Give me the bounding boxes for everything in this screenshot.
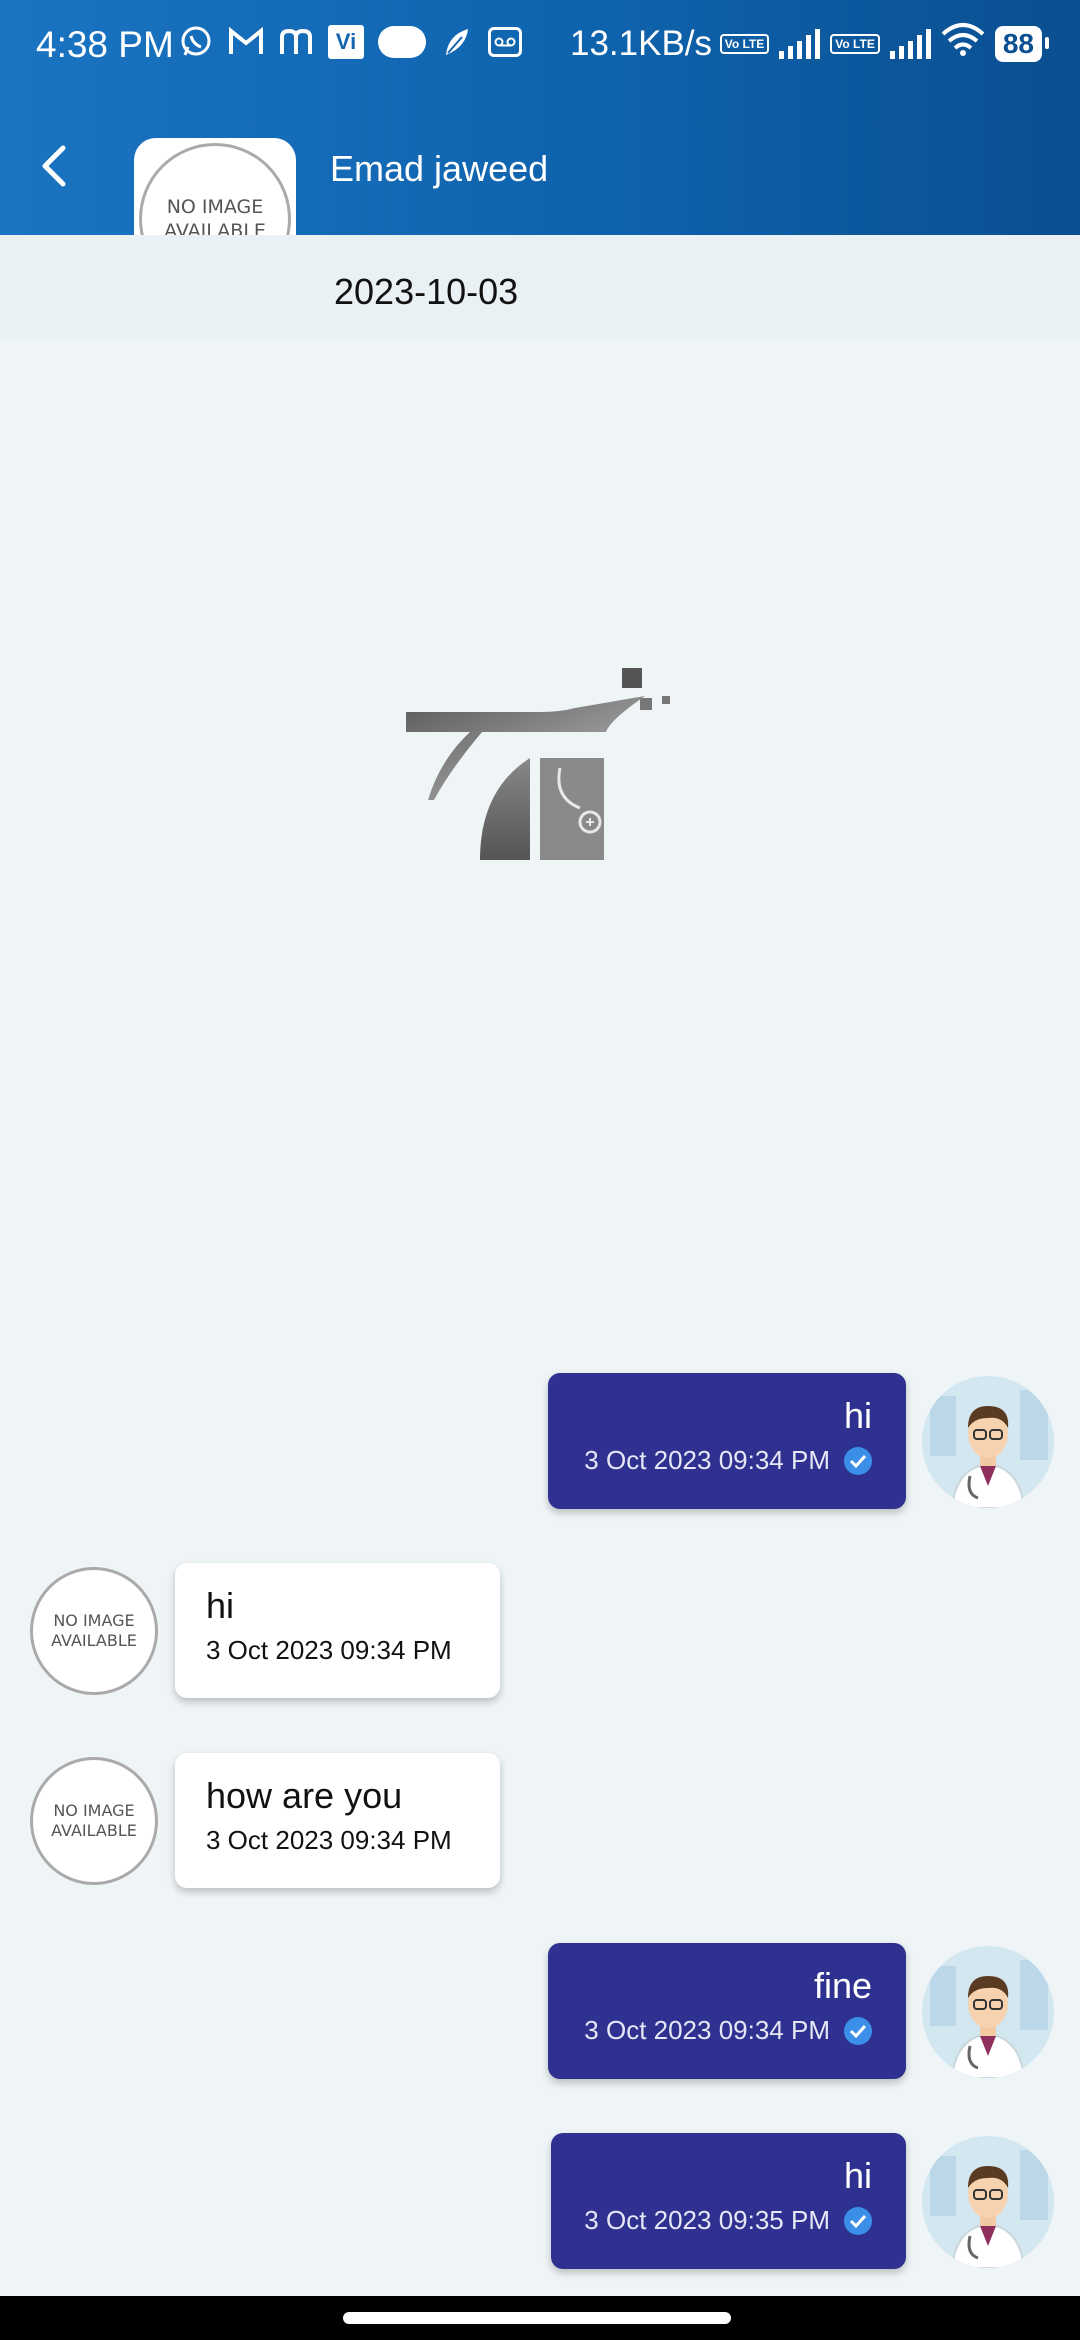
message-time: 3 Oct 2023 09:35 PM	[584, 2205, 830, 2235]
message-text: hi	[206, 1585, 235, 1626]
message-meta: 3 Oct 2023 09:35 PM	[581, 2205, 872, 2236]
message-text: how are you	[206, 1775, 403, 1816]
status-bar: 4:38 PM Vi 13.1KB/s Vo LTE Vo LTE 88	[0, 0, 1080, 92]
message-meta: 3 Oct 2023 09:34 PM	[580, 2015, 872, 2046]
placeholder-line1: NO IMAGE	[53, 1611, 135, 1630]
chat-screen: 4:38 PM Vi 13.1KB/s Vo LTE Vo LTE 88 NO …	[0, 0, 1080, 2340]
system-nav-bar	[0, 2296, 1080, 2340]
pill-icon	[378, 26, 426, 58]
app-logo-icon	[406, 668, 670, 860]
chat-date: 2023-10-03	[334, 271, 519, 312]
wifi-icon	[941, 22, 985, 65]
home-gesture-handle[interactable]	[343, 2312, 731, 2324]
battery-icon: 88	[994, 25, 1050, 62]
doctor-icon	[922, 1376, 1054, 1508]
status-time: 4:38 PM	[36, 24, 174, 65]
voicemail-icon	[488, 27, 522, 57]
signal-icon	[889, 28, 931, 59]
volte-icon: Vo LTE	[719, 33, 770, 54]
vi-icon: Vi	[328, 25, 364, 59]
message-time: 3 Oct 2023 09:34 PM	[584, 2015, 830, 2045]
sender-avatar: NO IMAGE AVAILABLE	[30, 1567, 158, 1695]
message-time: 3 Oct 2023 09:34 PM	[206, 1635, 452, 1665]
sender-avatar: NO IMAGE AVAILABLE	[30, 1757, 158, 1885]
network-speed: 13.1KB/s	[570, 24, 713, 63]
placeholder-line1: NO IMAGE	[53, 1801, 135, 1820]
date-row: 2023-10-03	[0, 235, 1080, 340]
chevron-left-icon	[42, 145, 66, 187]
message-bubble-incoming[interactable]: hi 3 Oct 2023 09:34 PM	[175, 1563, 500, 1698]
system-icons: Vo LTE Vo LTE 88	[719, 22, 1050, 65]
signal-icon	[779, 28, 821, 59]
placeholder-line2: AVAILABLE	[51, 1821, 137, 1840]
placeholder-line2: AVAILABLE	[51, 1631, 137, 1650]
message-bubble-outgoing[interactable]: hi 3 Oct 2023 09:35 PM	[551, 2133, 906, 2269]
volte-icon: Vo LTE	[830, 33, 880, 54]
doctor-icon	[922, 2136, 1054, 2268]
m-app-icon	[278, 22, 314, 62]
message-time: 3 Oct 2023 09:34 PM	[206, 1825, 452, 1855]
message-meta: 3 Oct 2023 09:34 PM	[580, 1445, 872, 1476]
doctor-avatar	[922, 1946, 1054, 2078]
read-check-icon	[844, 2206, 872, 2235]
placeholder-line1: NO IMAGE	[166, 196, 264, 218]
message-time: 3 Oct 2023 09:34 PM	[584, 1445, 830, 1475]
message-bubble-outgoing[interactable]: hi 3 Oct 2023 09:34 PM	[548, 1373, 906, 1509]
message-text: hi	[843, 1395, 872, 1436]
message-text: hi	[843, 2155, 872, 2196]
doctor-avatar	[922, 1376, 1054, 1508]
gmail-icon	[228, 22, 264, 62]
message-bubble-outgoing[interactable]: fine 3 Oct 2023 09:34 PM	[548, 1943, 906, 2079]
notification-icons: Vi	[178, 22, 522, 62]
doctor-avatar	[922, 2136, 1054, 2268]
message-text: fine	[813, 1965, 872, 2006]
message-bubble-incoming[interactable]: how are you 3 Oct 2023 09:34 PM	[175, 1753, 500, 1888]
doctor-icon	[922, 1946, 1054, 2078]
back-button[interactable]	[28, 140, 80, 192]
contact-name: Emad jaweed	[330, 148, 549, 189]
read-check-icon	[844, 1446, 872, 1475]
whatsapp-icon	[178, 22, 214, 62]
read-check-icon	[844, 2016, 872, 2045]
feather-icon	[440, 22, 474, 62]
